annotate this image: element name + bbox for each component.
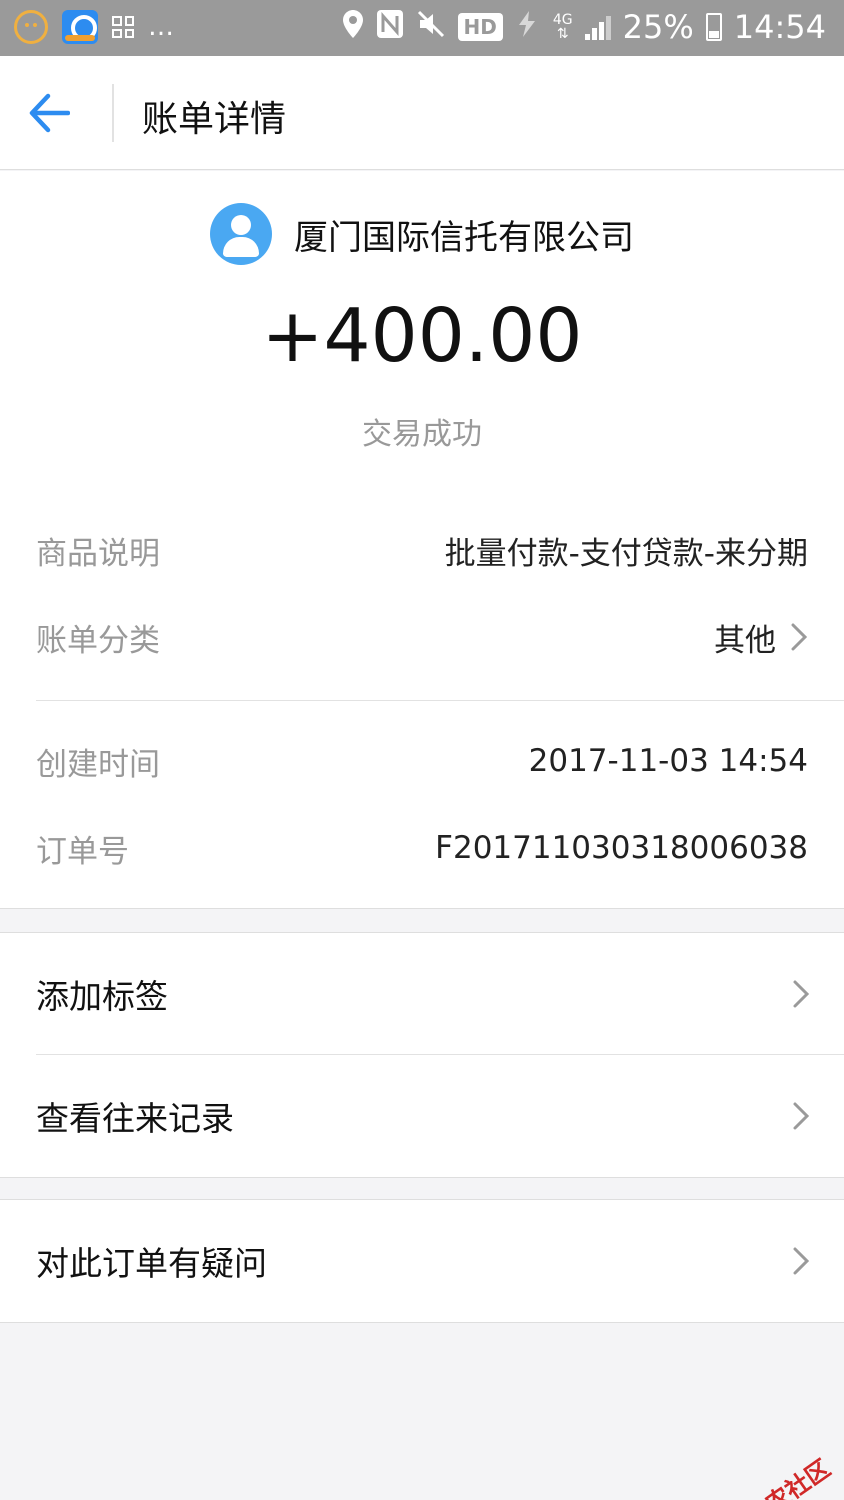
battery-percent: 25% — [622, 8, 694, 46]
detail-value: 批量付款-支付贷款-来分期 — [445, 528, 808, 573]
nfc-icon — [376, 9, 404, 46]
detail-value[interactable]: 其他 — [714, 615, 808, 660]
view-history-button[interactable]: 查看往来记录 — [0, 1055, 844, 1177]
add-tag-button[interactable]: 添加标签 — [0, 933, 844, 1055]
detail-row-category[interactable]: 账单分类 其他 — [36, 607, 808, 667]
header-divider — [112, 84, 114, 142]
app-notification-icon — [62, 10, 98, 44]
hd-icon: HD — [457, 13, 503, 41]
signal-icon — [584, 14, 611, 40]
detail-value-text: 批量付款-支付贷款-来分期 — [444, 535, 808, 572]
detail-row-created-time: 创建时间 2017-11-03 14:54 — [36, 731, 808, 791]
status-bar: … HD 4G ⇅ 25% 14:54 — [0, 0, 844, 56]
data-icon — [515, 9, 541, 46]
mute-icon — [416, 9, 446, 46]
bill-detail-card: 厦门国际信托有限公司 +400.00 交易成功 商品说明 批量付款-支付贷款-来… — [0, 171, 844, 909]
amount: +400.00 — [261, 293, 583, 379]
action-group-help: 对此订单有疑问 — [0, 1199, 844, 1323]
question-order-button[interactable]: 对此订单有疑问 — [0, 1200, 844, 1322]
detail-value: F201711030318006038 — [435, 830, 808, 866]
battery-icon — [705, 13, 722, 41]
network-4g-icon: 4G ⇅ — [552, 12, 573, 42]
detail-row-order-number: 订单号 F201711030318006038 — [36, 818, 808, 878]
action-group-tags: 添加标签 查看往来记录 — [0, 932, 844, 1178]
emoji-icon — [14, 10, 48, 44]
divider — [36, 700, 844, 701]
avatar — [210, 203, 272, 265]
merchant: 厦门国际信托有限公司 — [0, 201, 844, 267]
more-icon: … — [148, 12, 176, 42]
network-label: 4G — [552, 12, 573, 28]
grid-icon — [112, 16, 134, 38]
watermark-text: 卡农社区 — [740, 1454, 836, 1500]
watermark: 卡农社区 — [709, 1449, 836, 1500]
detail-label: 商品说明 — [36, 535, 160, 572]
view-history-label: 查看往来记录 — [36, 1099, 234, 1138]
page-title: 账单详情 — [142, 99, 287, 140]
app-header: 账单详情 — [0, 56, 844, 170]
chevron-right-icon — [793, 980, 810, 1008]
clock: 14:54 — [733, 8, 826, 46]
back-arrow-icon — [29, 93, 70, 133]
detail-row-description: 商品说明 批量付款-支付贷款-来分期 — [36, 520, 808, 580]
merchant-name: 厦门国际信托有限公司 — [294, 217, 634, 258]
detail-value: 2017-11-03 14:54 — [529, 743, 808, 779]
category-value: 其他 — [714, 622, 776, 659]
detail-label: 账单分类 — [36, 622, 160, 659]
chevron-right-icon — [793, 1102, 810, 1130]
detail-label: 创建时间 — [36, 746, 160, 783]
detail-value-text: F201711030318006038 — [435, 830, 808, 866]
transaction-status: 交易成功 — [362, 417, 482, 452]
chevron-right-icon — [791, 623, 808, 651]
detail-label: 订单号 — [36, 833, 129, 870]
chevron-right-icon — [793, 1247, 810, 1275]
add-tag-label: 添加标签 — [36, 977, 168, 1016]
question-order-label: 对此订单有疑问 — [36, 1244, 267, 1283]
back-button[interactable] — [28, 86, 88, 140]
status-bar-right: HD 4G ⇅ 25% 14:54 — [342, 8, 826, 46]
location-icon — [342, 9, 364, 46]
detail-value-text: 2017-11-03 14:54 — [528, 743, 808, 779]
status-bar-left: … — [14, 10, 176, 44]
